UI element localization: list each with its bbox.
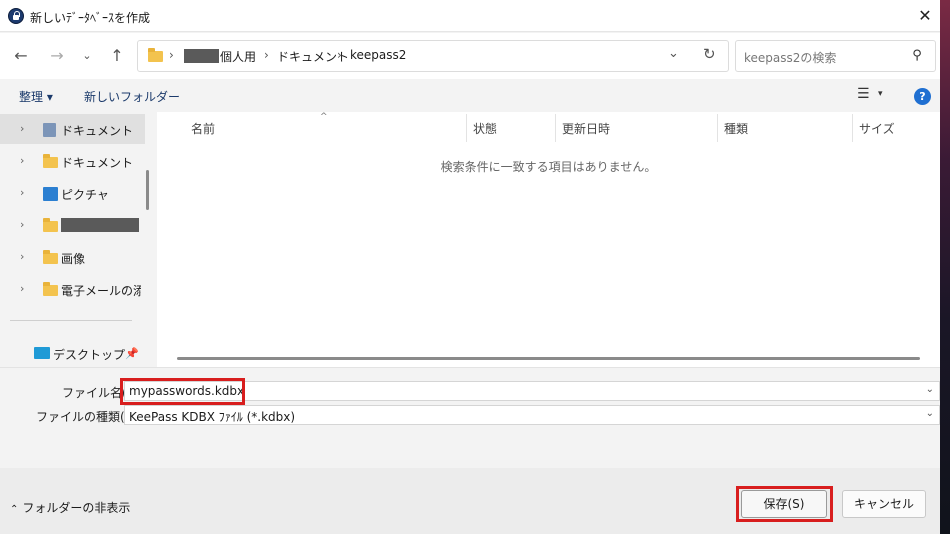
- address-dropdown-chevron-icon[interactable]: ⌄: [668, 46, 679, 61]
- title-bar: 新しいﾃﾞｰﾀﾍﾞｰｽを作成 ✕: [0, 0, 940, 32]
- column-header-type[interactable]: 種類: [724, 120, 748, 137]
- expand-chevron-icon[interactable]: ›: [20, 218, 24, 231]
- nav-item-label: 電子メールの添付: [61, 284, 141, 298]
- column-divider[interactable]: [466, 114, 467, 142]
- column-divider[interactable]: [852, 114, 853, 142]
- nav-item-redacted[interactable]: ›: [0, 210, 145, 240]
- file-list: ^ 名前 状態 更新日時 種類 サイズ 検索条件に一致する項目はありません。: [157, 112, 940, 367]
- breadcrumb-keepass2[interactable]: keepass2: [350, 48, 406, 62]
- keepass-lock-icon: [8, 8, 24, 24]
- highlight-box: [736, 486, 833, 522]
- address-bar[interactable]: › 個人用 › ドキュメント › keepass2 ⌄ ↻: [137, 40, 729, 72]
- redacted-label: [61, 218, 141, 235]
- chevron-up-icon: ⌃: [10, 504, 19, 515]
- expand-chevron-icon[interactable]: ›: [20, 250, 24, 263]
- breadcrumb-separator: ›: [264, 48, 269, 62]
- pin-icon: 📌: [125, 347, 139, 360]
- help-icon[interactable]: ?: [914, 88, 931, 105]
- folder-icon: [43, 154, 58, 168]
- command-bar: 整理 ▾ 新しいフォルダー ☰ ▾: [0, 80, 940, 112]
- up-arrow-icon[interactable]: ↑: [104, 43, 130, 69]
- breadcrumb-separator: ›: [169, 48, 174, 62]
- hide-folders-label: フォルダーの非表示: [22, 501, 131, 515]
- column-divider[interactable]: [555, 114, 556, 142]
- document-icon: [43, 123, 56, 137]
- nav-item-desktop[interactable]: デスクトップ: [0, 338, 145, 368]
- nav-item-pictures[interactable]: › ピクチャ: [0, 178, 145, 208]
- forward-arrow-icon[interactable]: →: [44, 43, 70, 69]
- folder-icon: [43, 282, 58, 296]
- recent-locations-chevron-icon[interactable]: ⌄: [74, 43, 100, 69]
- empty-message: 検索条件に一致する項目はありません。: [440, 160, 657, 174]
- folder-icon: [148, 48, 163, 62]
- close-icon[interactable]: ✕: [913, 4, 937, 28]
- folder-icon: [43, 218, 58, 232]
- hide-folders-toggle[interactable]: ⌃ フォルダーの非表示: [10, 499, 130, 516]
- expand-chevron-icon[interactable]: ›: [20, 186, 24, 199]
- filetype-select[interactable]: KeePass KDBX ﾌｧｲﾙ (*.kdbx) ⌄: [124, 405, 940, 425]
- redacted-username: [184, 49, 219, 66]
- column-header-status[interactable]: 状態: [473, 120, 497, 137]
- cancel-button[interactable]: キャンセル: [842, 490, 926, 518]
- column-header-modified[interactable]: 更新日時: [562, 120, 610, 137]
- column-header-name[interactable]: 名前: [191, 120, 215, 137]
- expand-chevron-icon[interactable]: ›: [20, 122, 24, 135]
- window-title: 新しいﾃﾞｰﾀﾍﾞｰｽを作成: [30, 11, 151, 25]
- sort-caret-icon: ^: [320, 112, 328, 122]
- filename-combobox[interactable]: mypasswords.kdbx ⌄: [124, 381, 940, 401]
- filetype-value: KeePass KDBX ﾌｧｲﾙ (*.kdbx): [129, 410, 296, 424]
- nav-item-documents[interactable]: › ドキュメント: [0, 146, 145, 176]
- view-options-chevron-icon[interactable]: ▾: [878, 89, 883, 99]
- back-arrow-icon[interactable]: ←: [8, 43, 34, 69]
- nav-scrollbar[interactable]: [146, 170, 149, 210]
- chevron-down-icon[interactable]: ⌄: [926, 384, 934, 395]
- expand-chevron-icon[interactable]: ›: [20, 154, 24, 167]
- nav-item-label: ドキュメント: [61, 156, 134, 170]
- search-box[interactable]: keepass2の検索 ⚲: [735, 40, 936, 72]
- pictures-icon: [43, 187, 58, 201]
- nav-divider: [10, 320, 132, 321]
- breadcrumb-separator: ›: [337, 48, 342, 62]
- nav-item-images[interactable]: › 画像: [0, 242, 145, 272]
- breadcrumb-personal[interactable]: 個人用: [220, 48, 256, 65]
- column-header-size[interactable]: サイズ: [859, 120, 895, 137]
- nav-item-documents-selected[interactable]: › ドキュメント: [0, 114, 145, 144]
- nav-item-label: ドキュメント: [61, 124, 134, 138]
- navigation-pane: › ドキュメント › ドキュメント › ピクチャ › › 画像 › 電子メールの…: [0, 112, 155, 367]
- organize-menu-button[interactable]: 整理 ▾: [19, 88, 53, 105]
- expand-chevron-icon[interactable]: ›: [20, 282, 24, 295]
- nav-item-label: 画像: [61, 252, 86, 266]
- horizontal-scrollbar[interactable]: [177, 357, 920, 360]
- save-dialog: 新しいﾃﾞｰﾀﾍﾞｰｽを作成 ✕ ← → ⌄ ↑ › 個人用 › ドキュメント …: [0, 0, 940, 534]
- desktop-background: [940, 0, 950, 534]
- folder-icon: [43, 250, 58, 264]
- refresh-icon[interactable]: ↻: [703, 45, 716, 63]
- chevron-down-icon[interactable]: ⌄: [926, 408, 934, 419]
- nav-item-label: ピクチャ: [61, 188, 109, 202]
- view-options-icon[interactable]: ☰: [857, 86, 870, 102]
- nav-item-email-attachments[interactable]: › 電子メールの添付: [0, 274, 145, 304]
- new-folder-button[interactable]: 新しいフォルダー: [84, 88, 180, 105]
- search-input[interactable]: keepass2の検索: [744, 49, 836, 66]
- nav-item-label: デスクトップ: [53, 348, 126, 362]
- desktop-icon: [34, 347, 50, 359]
- highlight-box: [120, 378, 245, 405]
- search-icon[interactable]: ⚲: [909, 48, 925, 64]
- column-divider[interactable]: [717, 114, 718, 142]
